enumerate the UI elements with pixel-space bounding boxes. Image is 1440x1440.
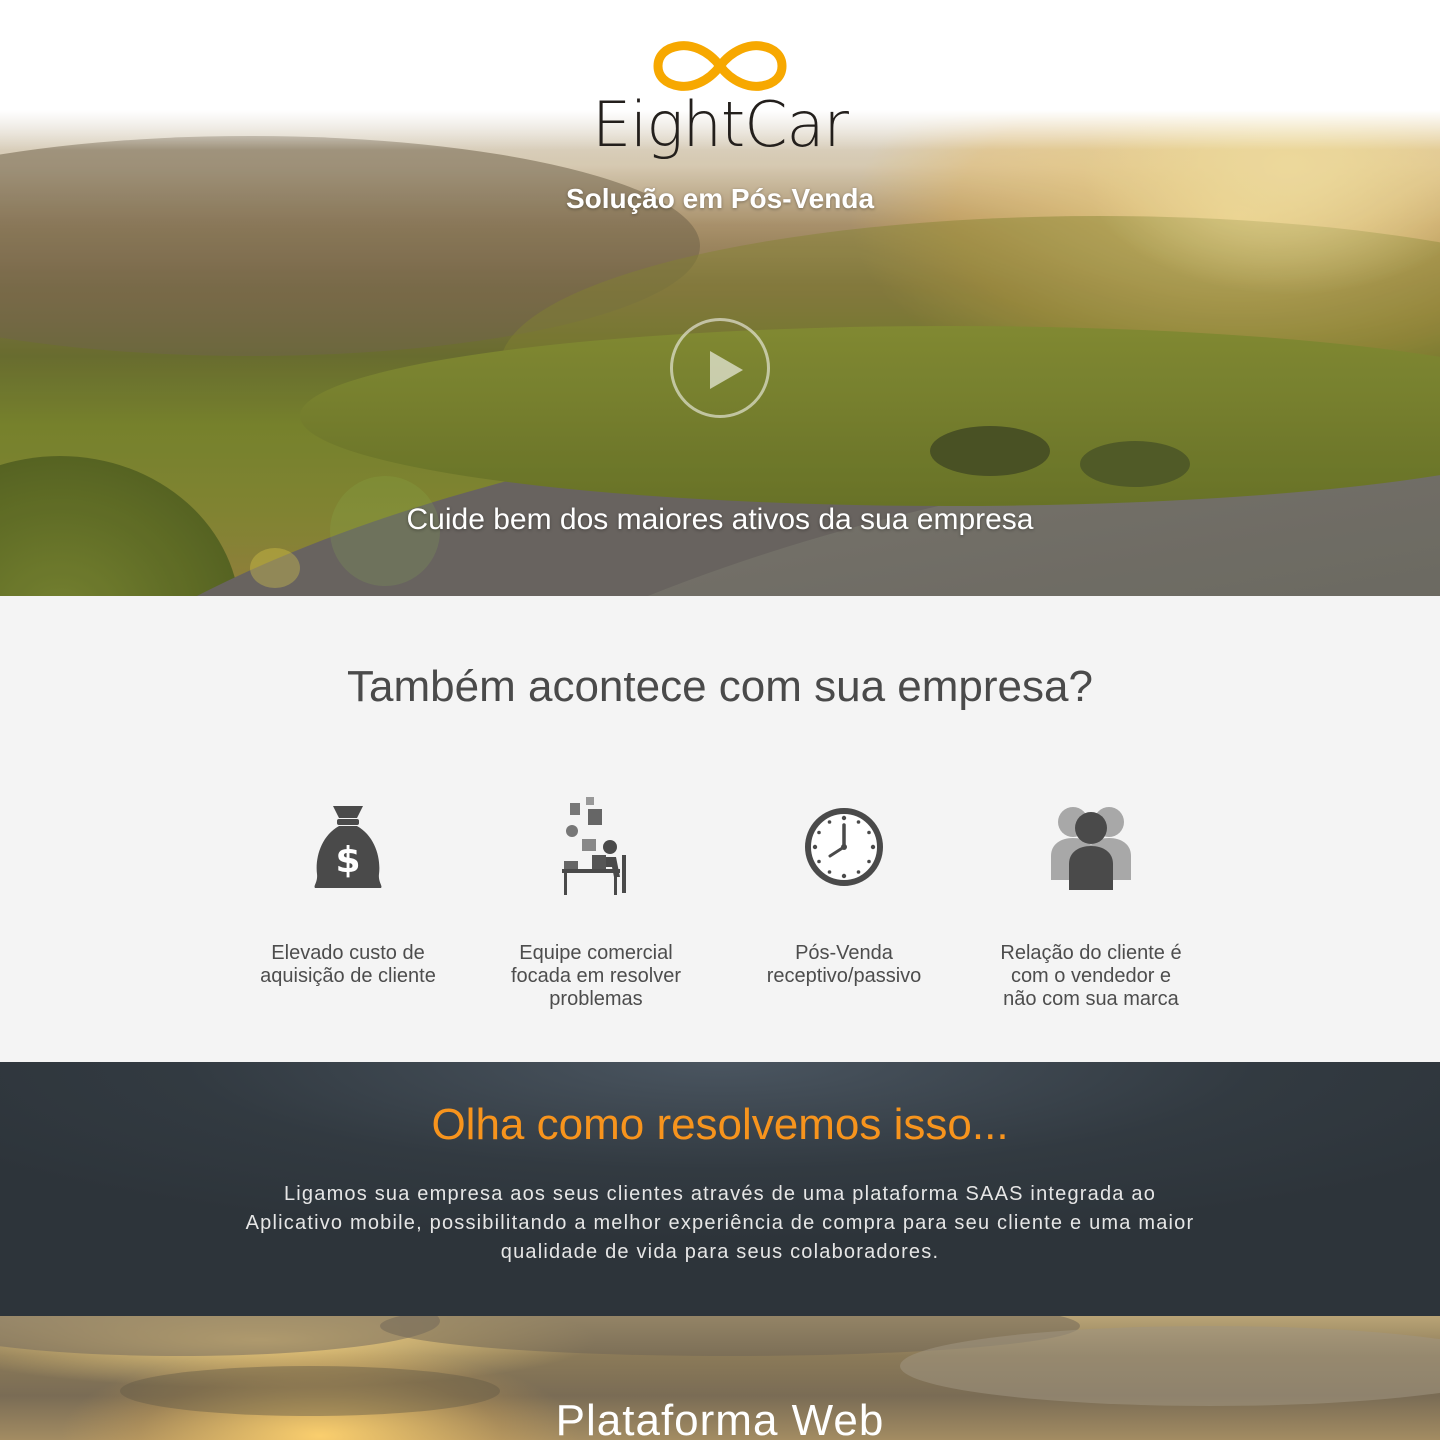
overworked-desk-icon [562, 797, 626, 895]
cloud-shape [0, 1316, 440, 1356]
platform-section: Plataforma Web [0, 1316, 1440, 1440]
problem-label: Equipe comercial focada em resolver prob… [510, 942, 682, 1010]
clock-icon [805, 808, 883, 886]
problem-label: Elevado custo de aquisição de cliente [260, 942, 436, 987]
logo-word-eight: Eight [592, 88, 745, 161]
logo-word-car: Car [744, 88, 849, 161]
problem-item: Equipe comercial focada em resolver prob… [471, 792, 721, 1011]
problem-label: Pós-Venda receptivo/passivo [766, 942, 922, 987]
problems-section: Também acontece com sua empresa? $ Eleva… [0, 596, 1440, 1062]
problem-icon-wrap [966, 792, 1216, 902]
hero-caption: Cuide bem dos maiores ativos da sua empr… [406, 503, 1034, 536]
platform-title: Plataforma Web [555, 1396, 885, 1440]
eightcar-logo[interactable]: EightCar [560, 40, 880, 160]
infinity-logo-icon [653, 41, 787, 91]
problem-item: Pós-Venda receptivo/passivo [719, 792, 969, 988]
hero-tagline: Solução em Pós-Venda [565, 183, 875, 214]
problem-icon-wrap: $ [223, 792, 473, 902]
svg-text:$: $ [335, 840, 360, 881]
problem-icon-wrap [719, 792, 969, 902]
people-icon [1051, 807, 1131, 890]
money-bag-icon: $ [314, 806, 382, 888]
cloud-shape [900, 1326, 1440, 1406]
problems-title: Também acontece com sua empresa? [347, 662, 1093, 711]
solution-section: Olha como resolvemos isso... Ligamos sua… [0, 1062, 1440, 1316]
solution-title: Olha como resolvemos isso... [431, 1100, 1009, 1149]
problem-item: $ Elevado custo de aquisição de cliente [223, 792, 473, 988]
play-video-button[interactable] [670, 318, 770, 418]
logo-wordmark: EightCar [560, 90, 880, 160]
problem-item: Relação do cliente é com o vendedor e nã… [966, 792, 1216, 1011]
solution-description: Ligamos sua empresa aos seus clientes at… [245, 1183, 1195, 1263]
play-icon [710, 351, 743, 389]
problem-icon-wrap [471, 792, 721, 902]
problem-label: Relação do cliente é com o vendedor e nã… [1000, 942, 1182, 1010]
hero-section: EightCar Solução em Pós-Venda Cuide bem … [0, 0, 1440, 596]
